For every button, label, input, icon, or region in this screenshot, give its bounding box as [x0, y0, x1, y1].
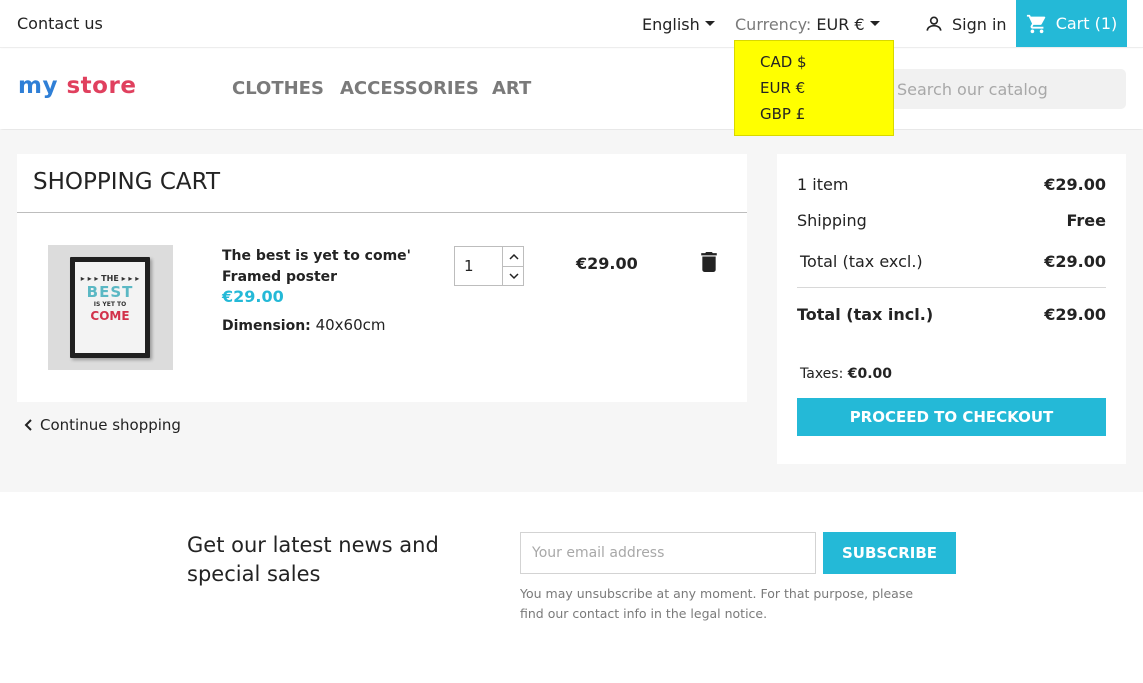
caret-down-icon	[869, 21, 880, 26]
product-unit-price: €29.00	[222, 287, 284, 306]
shopping-cart-icon	[1026, 14, 1045, 33]
summary-shipping-row: Shipping Free	[797, 211, 1106, 230]
poster-image: ▸ ▸ ▸ THE ▸ ▸ ▸ BEST IS YET TO COME	[75, 262, 145, 353]
summary-items-label: 1 item	[797, 175, 849, 194]
divider	[797, 287, 1106, 288]
summary-total-incl-row: Total (tax incl.) €29.00	[797, 305, 1106, 324]
nav-clothes[interactable]: CLOTHES	[232, 78, 324, 99]
subscribe-button[interactable]: SUBSCRIBE	[823, 532, 956, 574]
line-total: €29.00	[576, 254, 638, 273]
trash-icon	[701, 252, 717, 272]
sign-in-link[interactable]: Sign in	[924, 14, 1007, 34]
summary-total-excl-value: €29.00	[1044, 252, 1106, 271]
summary-shipping-label: Shipping	[797, 211, 867, 230]
email-field[interactable]: Your email address	[520, 532, 816, 574]
user-icon	[926, 16, 942, 31]
product-name-link[interactable]: The best is yet to come' Framed poster	[222, 246, 422, 288]
language-selector[interactable]: English	[642, 15, 715, 34]
cart-title: SHOPPING CART	[33, 169, 221, 195]
poster-text-come: COME	[90, 309, 130, 323]
quantity-increase-button[interactable]	[503, 247, 524, 266]
logo-word-store: store	[66, 73, 137, 99]
summary-items-value: €29.00	[1044, 175, 1106, 194]
product-thumbnail[interactable]: ▸ ▸ ▸ THE ▸ ▸ ▸ BEST IS YET TO COME	[48, 245, 173, 370]
summary-taxes-label: Taxes:	[800, 366, 844, 382]
dimension-value: 40x60cm	[315, 316, 386, 334]
currency-option-eur[interactable]: EUR €	[760, 79, 805, 97]
summary-total-incl-label: Total (tax incl.)	[797, 305, 934, 324]
poster-frame: ▸ ▸ ▸ THE ▸ ▸ ▸ BEST IS YET TO COME	[70, 257, 150, 358]
email-placeholder: Your email address	[532, 545, 665, 561]
sign-in-label: Sign in	[952, 14, 1007, 34]
poster-text-top: ▸ ▸ ▸ THE ▸ ▸ ▸	[80, 274, 140, 283]
store-logo[interactable]: my store	[18, 73, 136, 99]
search-placeholder: Search our catalog	[897, 79, 1048, 99]
poster-text-best: BEST	[86, 283, 134, 301]
newsletter-legal-text: You may unsubscribe at any moment. For t…	[520, 586, 914, 621]
language-label: English	[642, 15, 700, 34]
summary-total-incl-value: €29.00	[1044, 305, 1106, 324]
continue-shopping-link[interactable]: Continue shopping	[24, 416, 181, 434]
quantity-decrease-button[interactable]	[503, 267, 524, 286]
currency-selector[interactable]: Currency: EUR €	[735, 15, 880, 34]
cart-summary: 1 item €29.00 Shipping Free Total (tax e…	[777, 154, 1126, 464]
quantity-stepper: 1	[454, 246, 524, 286]
currency-label: Currency:	[735, 15, 812, 34]
chevron-up-icon	[508, 253, 519, 260]
chevron-down-icon	[508, 273, 519, 280]
currency-value: EUR €	[816, 15, 865, 34]
divider	[17, 212, 747, 213]
cart-label: Cart (1)	[1055, 14, 1118, 33]
proceed-to-checkout-button[interactable]: PROCEED TO CHECKOUT	[797, 398, 1106, 436]
poster-text-mid: IS YET TO	[93, 301, 127, 308]
product-dimension: Dimension: 40x60cm	[222, 316, 386, 334]
summary-taxes: Taxes: €0.00	[800, 366, 892, 382]
currency-dropdown: CAD $ EUR € GBP £	[734, 40, 894, 136]
dimension-label: Dimension:	[222, 318, 311, 334]
site-header: my store CLOTHES ACCESSORIES ART Search …	[0, 49, 1143, 129]
remove-item-button[interactable]	[700, 252, 718, 276]
summary-total-excl-label: Total (tax excl.)	[800, 252, 923, 271]
newsletter-title: Get our latest news and special sales	[187, 533, 439, 586]
continue-shopping-label: Continue shopping	[40, 416, 181, 434]
summary-total-excl-row: Total (tax excl.) €29.00	[797, 252, 1106, 271]
nav-art[interactable]: ART	[492, 78, 531, 99]
search-input[interactable]: Search our catalog	[885, 69, 1126, 109]
logo-word-my: my	[18, 73, 58, 99]
currency-option-gbp[interactable]: GBP £	[760, 105, 805, 123]
contact-us-link[interactable]: Contact us	[17, 14, 103, 33]
summary-items-row: 1 item €29.00	[797, 175, 1106, 194]
nav-accessories[interactable]: ACCESSORIES	[340, 78, 479, 99]
caret-down-icon	[704, 21, 715, 26]
cart-button[interactable]: Cart (1)	[1016, 0, 1127, 47]
top-bar: Contact us English Currency: EUR € Sign …	[0, 0, 1143, 48]
summary-shipping-value: Free	[1066, 211, 1107, 230]
cart-panel: SHOPPING CART ▸ ▸ ▸ THE ▸ ▸ ▸ BEST IS YE…	[17, 154, 747, 402]
chevron-left-icon	[24, 419, 32, 431]
summary-taxes-value: €0.00	[847, 366, 893, 382]
currency-option-cad[interactable]: CAD $	[760, 53, 807, 71]
quantity-input[interactable]: 1	[464, 257, 474, 275]
